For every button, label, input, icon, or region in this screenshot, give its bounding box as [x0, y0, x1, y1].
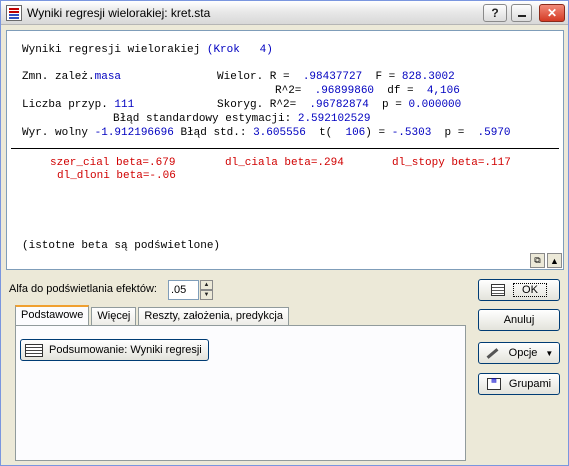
pv-label: p = — [431, 127, 478, 139]
results-panel: Wyniki regresji wielorakiej (Krok 4) Zmn… — [6, 30, 564, 270]
se-est-value: 2.592102529 — [297, 113, 371, 125]
cancel-label: Anuluj — [503, 314, 535, 326]
spin-down-icon[interactable]: ▼ — [200, 290, 213, 300]
minimize-button[interactable] — [511, 4, 532, 22]
t-eq: ) = — [365, 127, 392, 139]
t-label: t( — [305, 127, 346, 139]
beta-note: (istotne beta są podświetlone) — [22, 240, 221, 252]
results-title: Wyniki regresji wielorakiej — [22, 44, 207, 56]
intercept-value: -1.912196696 — [94, 127, 174, 139]
hammer-icon — [485, 346, 501, 360]
summary-button[interactable]: Podsumowanie: Wyniki regresji — [20, 339, 209, 361]
results-header: Wyniki regresji wielorakiej (Krok 4) — [22, 44, 273, 57]
r-value: .98437727 — [302, 71, 363, 83]
help-button[interactable]: ? — [483, 4, 507, 22]
statistica-spreadsheet-icon — [6, 5, 22, 21]
cancel-button[interactable]: Anuluj — [478, 309, 560, 331]
grid-icon: ▦ — [486, 378, 501, 390]
results-line-r2: R^2= .96899860 df = 4,106 — [275, 85, 460, 98]
options-label: Opcje — [508, 347, 538, 359]
window-title: Wyniki regresji wielorakiej: kret.sta — [27, 6, 211, 20]
copy-results-icon[interactable]: ⧉ — [530, 253, 545, 268]
summary-button-label: Podsumowanie: Wyniki regresji — [49, 344, 202, 356]
p-label: p = — [368, 99, 409, 111]
ok-button[interactable]: OK — [478, 279, 560, 301]
spreadsheet-icon — [491, 284, 506, 296]
by-group-label: Grupami — [508, 378, 552, 390]
ok-label: OK — [513, 283, 547, 297]
tab-podstawowe[interactable]: Podstawowe — [15, 305, 90, 326]
dropdown-arrow-icon: ▼ — [545, 348, 554, 358]
results-line-intercept: Wyr. wolny -1.912196696 Błąd std.: 3.605… — [22, 127, 511, 140]
alpha-label: Alfa do podświetlania efektów: — [9, 283, 157, 295]
results-divider — [11, 148, 559, 149]
dep-label: Zmn. zależ. — [22, 71, 95, 83]
title-bar: Wyniki regresji wielorakiej: kret.sta ? … — [1, 1, 568, 25]
adj-r2-value: .96782874 — [309, 99, 369, 111]
p-value: 0.000000 — [408, 99, 462, 111]
alpha-spinner[interactable]: ▲ ▼ — [200, 280, 213, 300]
se-est-label: Błąd standardowy estymacji: — [113, 113, 298, 125]
results-line-n: Liczba przyp. 111 — [22, 99, 134, 112]
df-label: df = — [374, 85, 427, 97]
results-line-adj: Skoryg. R^2= .96782874 p = 0.000000 — [217, 99, 461, 112]
results-line-r: Wielor. R = .98437727 F = 828.3002 — [217, 71, 455, 84]
r2-label: R^2= — [275, 85, 315, 97]
beta-item: szer_cial beta=.679 — [50, 157, 176, 169]
beta-item: dl_dloni beta=-.06 — [57, 170, 176, 182]
n-value: 111 — [114, 99, 135, 111]
f-value: 828.3002 — [401, 71, 455, 83]
tab-wiecej[interactable]: Więcej — [91, 307, 137, 326]
se-value: 3.605556 — [253, 127, 306, 139]
pv-value: .5970 — [477, 127, 511, 139]
dep-var: masa — [94, 71, 122, 83]
options-button[interactable]: Opcje ▼ — [478, 342, 560, 364]
beta-item: dl_stopy beta=.117 — [392, 157, 511, 169]
f-label: F = — [362, 71, 402, 83]
spreadsheet-icon — [25, 343, 43, 357]
close-button[interactable]: ✕ — [539, 4, 565, 22]
df-value: 4,106 — [426, 85, 460, 97]
tab-reszty[interactable]: Reszty, założenia, predykcja — [138, 307, 289, 326]
results-line-dep: Zmn. zależ.masa — [22, 71, 121, 84]
se-label: Błąd std.: — [173, 127, 254, 139]
t-df-value: 106 — [345, 127, 366, 139]
dialog-window: Wyniki regresji wielorakiej: kret.sta ? … — [0, 0, 569, 466]
n-label: Liczba przyp. — [22, 99, 115, 111]
by-group-button[interactable]: ▦ Grupami — [478, 373, 560, 395]
tab-strip: Podstawowe Więcej Reszty, założenia, pre… — [15, 305, 291, 326]
adj-r2-label: Skoryg. R^2= — [217, 99, 310, 111]
spin-up-icon[interactable]: ▲ — [200, 280, 213, 290]
alpha-input[interactable] — [168, 280, 199, 300]
t-value: -.5303 — [391, 127, 432, 139]
results-line-se-est: Błąd standardowy estymacji: 2.592102529 — [113, 113, 370, 126]
intercept-label: Wyr. wolny — [22, 127, 95, 139]
beta-item: dl_ciala beta=.294 — [225, 157, 344, 169]
r-label: Wielor. R = — [217, 71, 303, 83]
scroll-up-button[interactable]: ▲ — [547, 253, 562, 268]
step-info: (Krok 4) — [206, 44, 273, 56]
r2-value: .96899860 — [314, 85, 375, 97]
